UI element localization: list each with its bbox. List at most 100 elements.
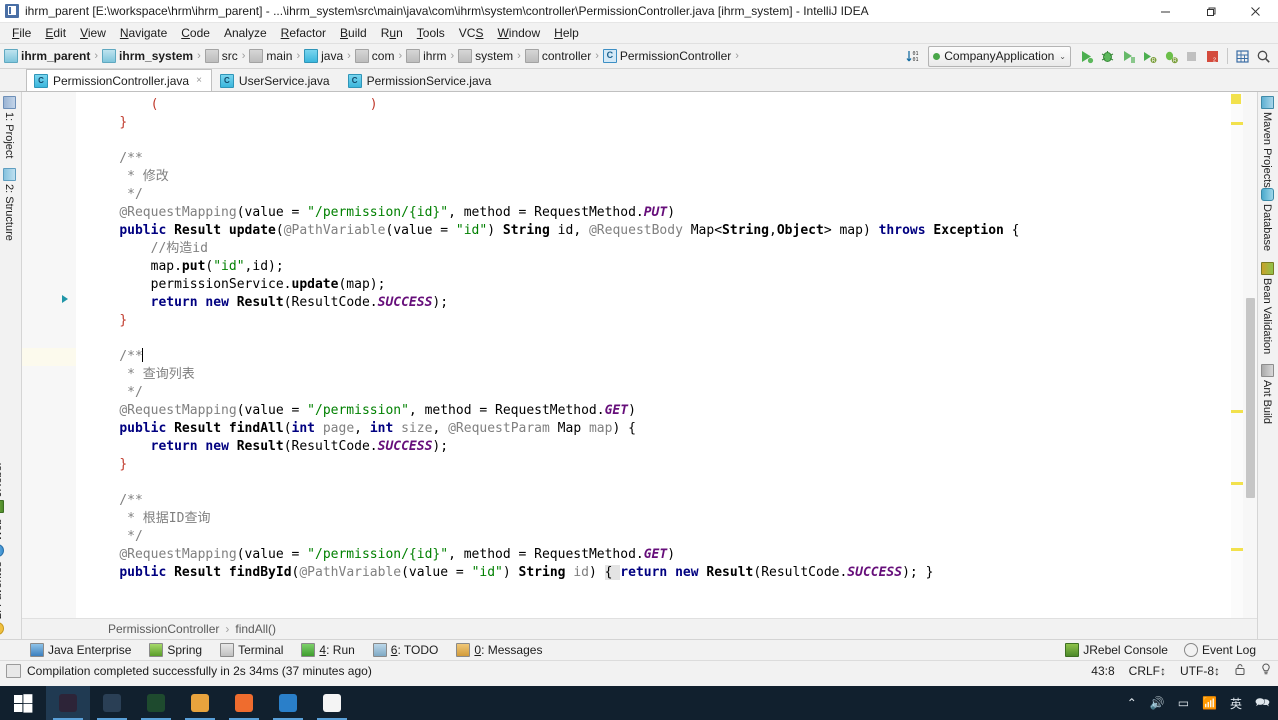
code-line[interactable]	[88, 582, 1211, 600]
code-line[interactable]: }	[88, 312, 1211, 330]
menu-item-run[interactable]: Run	[374, 24, 410, 42]
code-line[interactable]: }	[88, 456, 1211, 474]
breadcrumb-method[interactable]: findAll()	[235, 622, 276, 636]
code-line[interactable]: return new Result(ResultCode.SUCCESS);	[88, 294, 1211, 312]
sidebar-item-jrebel[interactable]: JRebel	[0, 463, 4, 513]
maximize-restore-button[interactable]	[1188, 0, 1233, 22]
sidebar-item-structure[interactable]: 2: Structure	[3, 168, 16, 241]
code-line[interactable]: map.put("id",id);	[88, 258, 1211, 276]
code-line[interactable]: public Result findAll(int page, int size…	[88, 420, 1211, 438]
debug-icon[interactable]	[1097, 46, 1118, 66]
tool-window-button-java-enterprise[interactable]: Java Enterprise	[30, 643, 131, 657]
code-line[interactable]: */	[88, 186, 1211, 204]
network-icon[interactable]: ▭	[1178, 696, 1189, 710]
run-method-gutter-icon[interactable]	[62, 295, 68, 303]
sidebar-item-favorites[interactable]: 2: Favorites	[0, 562, 4, 635]
run-with-coverage-icon[interactable]	[1118, 46, 1139, 66]
breadcrumb-item-ihrm[interactable]: ihrm	[406, 49, 446, 63]
run-configuration-selector[interactable]: CompanyApplication ⌄	[928, 45, 1071, 67]
breadcrumb-item-main[interactable]: main	[249, 49, 292, 63]
sidebar-item-web[interactable]: Web	[0, 519, 4, 557]
breadcrumb-item-java[interactable]: java	[304, 49, 343, 63]
error-stripe-marker-bar[interactable]	[1231, 92, 1243, 639]
tool-window-button-0-messages[interactable]: 0: Messages	[456, 643, 542, 657]
menu-item-build[interactable]: Build	[333, 24, 374, 42]
wifi-icon[interactable]: 📶	[1202, 696, 1217, 710]
hotswap-icon[interactable]: 2	[1202, 46, 1223, 66]
ime-language-icon[interactable]: 英	[1230, 695, 1242, 712]
scrollbar-thumb[interactable]	[1246, 298, 1255, 498]
close-button[interactable]	[1233, 0, 1278, 22]
editor-scrollbar[interactable]	[1243, 92, 1257, 639]
line-separator-indicator[interactable]: CRLF↕	[1129, 664, 1166, 678]
breadcrumb-item-src[interactable]: src	[204, 49, 238, 63]
menu-item-window[interactable]: Window	[490, 24, 547, 42]
code-line[interactable]: return new Result(ResultCode.SUCCESS);	[88, 438, 1211, 456]
menu-item-navigate[interactable]: Navigate	[113, 24, 174, 42]
menu-item-view[interactable]: View	[73, 24, 113, 42]
vscode-taskbar-icon[interactable]	[266, 686, 310, 720]
code-line[interactable]	[88, 474, 1211, 492]
chrome-taskbar-icon[interactable]	[310, 686, 354, 720]
code-line[interactable]	[88, 132, 1211, 150]
code-text[interactable]: ( ) } /** * 修改 */ @RequestMapping(value …	[22, 92, 1257, 639]
code-editor[interactable]: 3031323334353637383940414243444546474849…	[22, 92, 1257, 639]
sort-alphabetically-icon[interactable]: 01 01	[902, 46, 923, 66]
close-icon[interactable]: ×	[196, 75, 202, 86]
menu-item-file[interactable]: File	[5, 24, 38, 42]
code-line[interactable]: /**	[88, 492, 1211, 510]
tool-window-button-jrebel-console[interactable]: JRebel Console	[1065, 643, 1168, 657]
breadcrumb-item-controller[interactable]: controller	[524, 49, 591, 63]
sidebar-item-database[interactable]: Database	[1261, 188, 1274, 251]
menu-item-vcs[interactable]: VCS	[452, 24, 491, 42]
intellij-idea-taskbar-icon[interactable]	[46, 686, 90, 720]
sidebar-item-project[interactable]: 1: Project	[3, 96, 16, 158]
code-line[interactable]: public Result findById(@PathVariable(val…	[88, 564, 1211, 582]
breadcrumb-item-ihrm_parent[interactable]: ihrm_parent	[4, 49, 90, 63]
editor-tab-userservice-java[interactable]: C UserService.java	[212, 69, 340, 91]
code-line[interactable]: */	[88, 384, 1211, 402]
stripe-marker[interactable]	[1231, 122, 1243, 125]
menu-item-analyze[interactable]: Analyze	[217, 24, 274, 42]
code-line[interactable]: * 修改	[88, 168, 1211, 186]
inspection-status-square[interactable]	[1231, 94, 1241, 104]
stripe-marker[interactable]	[1231, 482, 1243, 485]
menu-item-refactor[interactable]: Refactor	[274, 24, 333, 42]
code-line[interactable]	[88, 330, 1211, 348]
code-line[interactable]	[88, 600, 1211, 618]
breadcrumb-item-permissioncontroller[interactable]: C PermissionController	[602, 49, 731, 63]
minimize-button[interactable]	[1143, 0, 1188, 22]
show-hidden-icons-chevron[interactable]: ⌃	[1127, 696, 1137, 710]
code-line[interactable]: /**	[22, 348, 1257, 366]
tool-window-button-event-log[interactable]: Event Log	[1183, 643, 1256, 657]
tool-window-button-6-todo[interactable]: 6: TODO	[372, 643, 438, 657]
caret-position-indicator[interactable]: 43:8	[1091, 664, 1114, 678]
stripe-marker[interactable]	[1231, 410, 1243, 413]
pdf-reader-taskbar-icon[interactable]	[222, 686, 266, 720]
code-line[interactable]: public Result update(@PathVariable(value…	[88, 222, 1211, 240]
breadcrumb-item-ihrm_system[interactable]: ihrm_system	[102, 49, 193, 63]
code-line[interactable]: @RequestMapping(value = "/permission/{id…	[88, 204, 1211, 222]
code-line[interactable]: * 查询列表	[88, 366, 1211, 384]
encoding-indicator[interactable]: UTF-8↕	[1180, 664, 1220, 678]
navicat-taskbar-icon[interactable]	[90, 686, 134, 720]
run-dirty-icon[interactable]: R	[1139, 46, 1160, 66]
code-line[interactable]: @RequestMapping(value = "/permission", m…	[88, 402, 1211, 420]
inspections-icon[interactable]	[1260, 663, 1272, 679]
breadcrumb-item-com[interactable]: com	[354, 49, 394, 63]
tool-window-button-terminal[interactable]: Terminal	[220, 643, 283, 657]
menu-item-help[interactable]: Help	[547, 24, 586, 42]
attach-debugger-icon[interactable]: R	[1160, 46, 1181, 66]
paint-taskbar-icon[interactable]	[178, 686, 222, 720]
menu-item-edit[interactable]: Edit	[38, 24, 73, 42]
sidebar-item-bean-validation[interactable]: Bean Validation	[1261, 262, 1274, 354]
code-line[interactable]: /**	[88, 150, 1211, 168]
code-line[interactable]: //构造id	[88, 240, 1211, 258]
editor-tab-permissionservice-java[interactable]: C PermissionService.java	[340, 69, 502, 91]
run-icon[interactable]	[1076, 46, 1097, 66]
code-line[interactable]: }	[88, 114, 1211, 132]
windows-start-icon[interactable]	[0, 686, 46, 720]
code-line[interactable]: * 根据ID查询	[88, 510, 1211, 528]
action-center-icon[interactable]: 🗪	[1255, 693, 1270, 714]
tool-window-button-4-run[interactable]: 4: Run	[301, 643, 355, 657]
